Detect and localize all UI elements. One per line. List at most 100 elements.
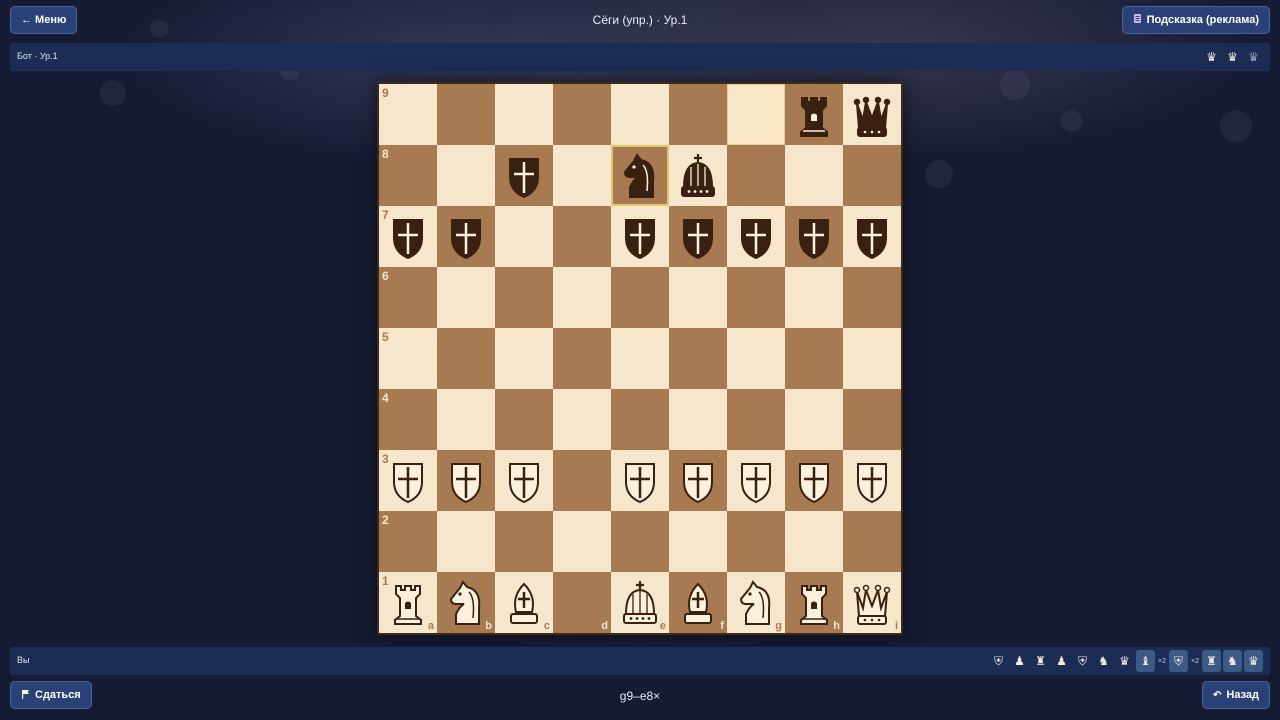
white-shield-piece[interactable] <box>443 456 489 506</box>
back-button[interactable]: ↶ Назад <box>1201 681 1270 709</box>
square-d5[interactable] <box>553 328 611 389</box>
shield-icon[interactable]: ⛨ <box>1073 650 1092 672</box>
square-d9[interactable] <box>553 84 611 145</box>
square-b3[interactable] <box>437 450 495 511</box>
square-c5[interactable] <box>495 328 553 389</box>
square-a4[interactable]: 4 <box>379 389 437 450</box>
white-shield-piece[interactable] <box>617 456 663 506</box>
square-c6[interactable] <box>495 267 553 328</box>
pawn-icon[interactable]: ♟ <box>1052 650 1071 672</box>
square-g1[interactable]: g <box>727 572 785 633</box>
queen-icon[interactable]: ♛ <box>1202 46 1221 68</box>
square-c9[interactable] <box>495 84 553 145</box>
knight-icon[interactable]: ♞ <box>1223 650 1242 672</box>
white-shield-piece[interactable] <box>791 456 837 506</box>
square-a2[interactable]: 2 <box>379 511 437 572</box>
black-queen-piece[interactable] <box>849 90 895 140</box>
square-h1[interactable]: h <box>785 572 843 633</box>
white-rook-piece[interactable] <box>791 578 837 628</box>
queen-icon[interactable]: ♛ <box>1223 46 1242 68</box>
square-f8[interactable] <box>669 145 727 206</box>
square-b6[interactable] <box>437 267 495 328</box>
square-a6[interactable]: 6 <box>379 267 437 328</box>
black-king-piece[interactable] <box>675 151 721 201</box>
white-king-piece[interactable] <box>617 578 663 628</box>
square-b1[interactable]: b <box>437 572 495 633</box>
square-f6[interactable] <box>669 267 727 328</box>
square-b2[interactable] <box>437 511 495 572</box>
square-e5[interactable] <box>611 328 669 389</box>
square-d8[interactable] <box>553 145 611 206</box>
white-shield-piece[interactable] <box>385 456 431 506</box>
square-h2[interactable] <box>785 511 843 572</box>
hint-button[interactable]: Подсказка (реклама) <box>1121 6 1270 34</box>
square-a7[interactable]: 7 <box>379 206 437 267</box>
square-d7[interactable] <box>553 206 611 267</box>
black-shield-piece[interactable] <box>733 212 779 262</box>
square-c1[interactable]: c <box>495 572 553 633</box>
black-shield-piece[interactable] <box>849 212 895 262</box>
square-g4[interactable] <box>727 389 785 450</box>
square-a9[interactable]: 9 <box>379 84 437 145</box>
square-h5[interactable] <box>785 328 843 389</box>
knight-icon[interactable]: ♞ <box>1094 650 1113 672</box>
square-g3[interactable] <box>727 450 785 511</box>
square-i8[interactable] <box>843 145 901 206</box>
square-b8[interactable] <box>437 145 495 206</box>
black-shield-piece[interactable] <box>501 151 547 201</box>
square-c7[interactable] <box>495 206 553 267</box>
square-g8[interactable] <box>727 145 785 206</box>
square-a1[interactable]: 1a <box>379 572 437 633</box>
black-rook-piece[interactable] <box>791 90 837 140</box>
square-f3[interactable] <box>669 450 727 511</box>
square-e6[interactable] <box>611 267 669 328</box>
square-h4[interactable] <box>785 389 843 450</box>
square-f9[interactable] <box>669 84 727 145</box>
square-h6[interactable] <box>785 267 843 328</box>
bishop-icon[interactable]: ♝ <box>1136 650 1156 672</box>
white-queen-piece[interactable] <box>849 578 895 628</box>
black-knight-piece[interactable] <box>617 151 663 201</box>
black-shield-piece[interactable] <box>385 212 431 262</box>
square-i3[interactable] <box>843 450 901 511</box>
white-bishop-piece[interactable] <box>501 578 547 628</box>
square-c2[interactable] <box>495 511 553 572</box>
square-a5[interactable]: 5 <box>379 328 437 389</box>
square-f7[interactable] <box>669 206 727 267</box>
square-b4[interactable] <box>437 389 495 450</box>
rook-icon[interactable]: ♜ <box>1202 650 1221 672</box>
black-shield-piece[interactable] <box>791 212 837 262</box>
shield-icon[interactable]: ⛨ <box>1169 650 1189 672</box>
square-d4[interactable] <box>553 389 611 450</box>
white-shield-piece[interactable] <box>849 456 895 506</box>
square-i5[interactable] <box>843 328 901 389</box>
black-shield-piece[interactable] <box>675 212 721 262</box>
square-i4[interactable] <box>843 389 901 450</box>
square-f4[interactable] <box>669 389 727 450</box>
rook-icon[interactable]: ♜ <box>1031 650 1050 672</box>
square-d2[interactable] <box>553 511 611 572</box>
square-d6[interactable] <box>553 267 611 328</box>
square-e1[interactable]: e <box>611 572 669 633</box>
square-e9[interactable] <box>611 84 669 145</box>
white-bishop-piece[interactable] <box>675 578 721 628</box>
square-g6[interactable] <box>727 267 785 328</box>
square-c4[interactable] <box>495 389 553 450</box>
square-f1[interactable]: f <box>669 572 727 633</box>
white-knight-piece[interactable] <box>733 578 779 628</box>
square-e8[interactable] <box>611 145 669 206</box>
square-e7[interactable] <box>611 206 669 267</box>
square-e3[interactable] <box>611 450 669 511</box>
square-h9[interactable] <box>785 84 843 145</box>
square-g5[interactable] <box>727 328 785 389</box>
square-c8[interactable] <box>495 145 553 206</box>
square-f2[interactable] <box>669 511 727 572</box>
square-g7[interactable] <box>727 206 785 267</box>
square-a3[interactable]: 3 <box>379 450 437 511</box>
square-i2[interactable] <box>843 511 901 572</box>
square-i7[interactable] <box>843 206 901 267</box>
queen-icon[interactable]: ♛ <box>1244 46 1263 68</box>
shield-icon[interactable]: ⛨ <box>989 650 1008 672</box>
square-i1[interactable]: i <box>843 572 901 633</box>
square-e4[interactable] <box>611 389 669 450</box>
